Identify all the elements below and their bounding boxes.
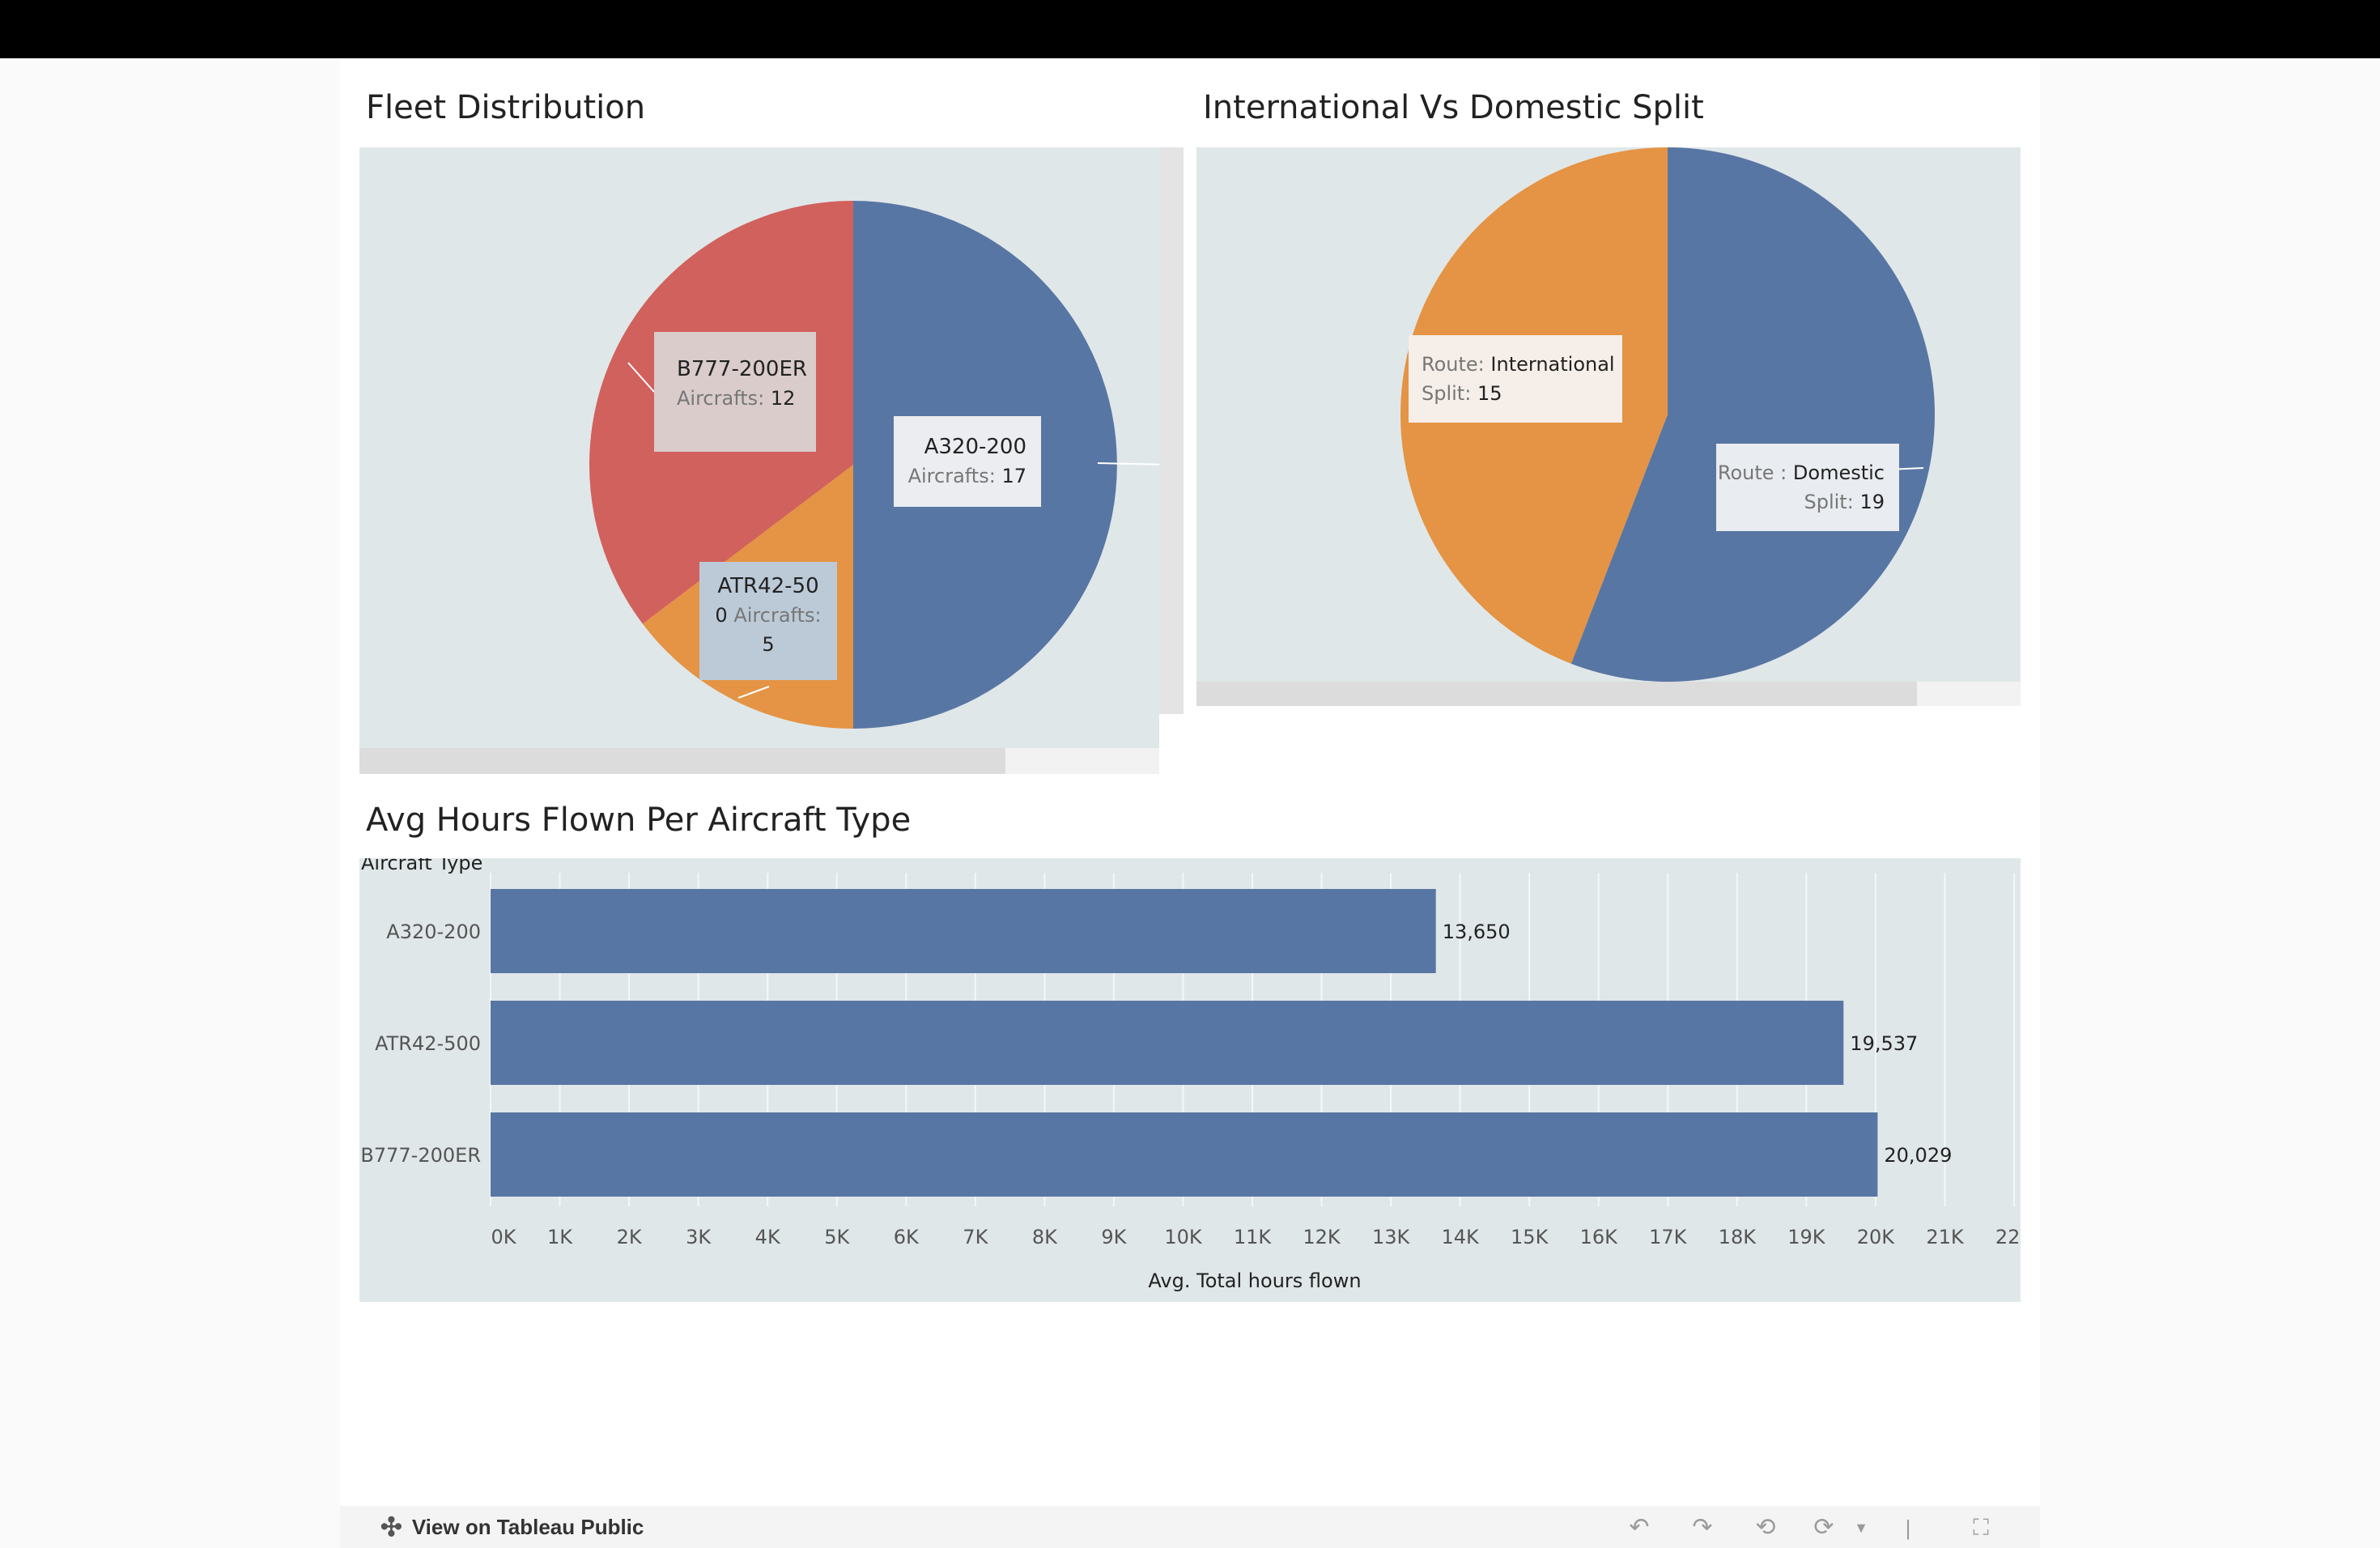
tooltip-a320: A320-200 Aircrafts: 17 (894, 416, 1041, 507)
fleet-distribution-title: Fleet Distribution (366, 89, 646, 126)
x-tick-label: 2K (617, 1226, 643, 1248)
undo-icon[interactable]: ↶ (1626, 1514, 1653, 1542)
bar-a320-200[interactable] (491, 889, 1436, 973)
x-tick-label: 0K (491, 1226, 516, 1248)
bar-b777-200er[interactable] (491, 1112, 1878, 1197)
x-tick-label: 22K (1995, 1226, 2021, 1248)
tooltip-intl-route-key: Route: (1422, 353, 1485, 376)
refresh-icon[interactable]: ⟳ (1810, 1514, 1838, 1542)
x-tick-label: 3K (686, 1226, 712, 1248)
category-label: A320-200 (386, 921, 481, 943)
tooltip-atr-prefix: 0 (715, 604, 728, 627)
x-tick-label: 16K (1580, 1226, 1619, 1248)
y-axis-label: Aircraft Type (361, 858, 482, 874)
revert-icon[interactable]: ⟲ (1752, 1514, 1779, 1542)
split-horizontal-scrollbar[interactable] (1196, 682, 1917, 706)
x-tick-label: 9K (1101, 1226, 1127, 1248)
x-tick-label: 14K (1441, 1226, 1480, 1248)
x-tick-label: 11K (1234, 1226, 1273, 1248)
tooltip-b777-name: B777-200ER (677, 357, 807, 381)
tooltip-a320-key: Aircrafts: (907, 465, 996, 487)
tooltip-domestic: Route : Domestic Split: 19 (1716, 444, 1899, 531)
x-tick-label: 8K (1032, 1226, 1058, 1248)
x-tick-label: 13K (1372, 1226, 1411, 1248)
category-label: ATR42-500 (375, 1032, 481, 1055)
x-tick-label: 19K (1787, 1226, 1826, 1248)
fleet-vertical-scrollbar[interactable] (1159, 147, 1184, 714)
x-tick-label: 12K (1303, 1226, 1341, 1248)
redo-icon[interactable]: ↷ (1689, 1514, 1716, 1542)
x-tick-label: 18K (1719, 1226, 1757, 1248)
tooltip-dom-split-key: Split: (1804, 491, 1854, 513)
hours-title: Avg Hours Flown Per Aircraft Type (366, 802, 912, 839)
tooltip-dom-route: Domestic (1792, 461, 1885, 484)
hours-bar-chart: 0K 1K 2K 3K 4K 5K 6K 7K 8K 9K 10K 11K 12K 13K 14K 15K 16… (360, 852, 2034, 1292)
fleet-horizontal-scrollbar[interactable] (359, 748, 1005, 774)
tooltip-atr-name: ATR42-50 (717, 574, 819, 598)
x-tick-label: 1K (547, 1226, 573, 1248)
view-on-tableau-link[interactable]: ✣ View on Tableau Public (380, 1506, 644, 1548)
x-tick-label: 20K (1857, 1226, 1896, 1248)
bar-atr42-500[interactable] (491, 1001, 1844, 1085)
tooltip-b777: B777-200ER Aircrafts: 12 (654, 332, 816, 452)
tooltip-atr-value: 5 (762, 633, 775, 656)
tooltip-intl-route: International (1490, 353, 1615, 376)
x-tick-label: 6K (894, 1226, 920, 1248)
fullscreen-icon[interactable]: ⛶ (1967, 1514, 1995, 1542)
tooltip-b777-value: 12 (770, 387, 796, 410)
tooltip-a320-name: A320-200 (924, 435, 1026, 459)
tableau-logo-icon: ✣ (380, 1512, 402, 1542)
x-tick-label: 5K (824, 1226, 850, 1248)
tooltip-intl-split: 15 (1477, 382, 1502, 405)
tooltip-atr: ATR42-50 0 Aircrafts: 5 (699, 562, 837, 680)
bar-value-label: 20,029 (1884, 1144, 1952, 1167)
toolbar-divider: | (1905, 1516, 1911, 1540)
x-tick-label: 10K (1164, 1226, 1203, 1248)
top-black-bar (0, 0, 2380, 58)
x-tick-label: 21K (1926, 1226, 1965, 1248)
tooltip-dom-split: 19 (1859, 491, 1885, 513)
hours-panel: 0K 1K 2K 3K 4K 5K 6K 7K 8K 9K 10K 11K 12K 13K 14K 15K 16… (359, 852, 2034, 1302)
tableau-footer: ✣ View on Tableau Public ↶ ↷ ⟲ ⟳ ▼ | ⛶ (340, 1506, 2040, 1548)
x-tick-label: 7K (963, 1226, 988, 1248)
tooltip-b777-key: Aircrafts: (677, 387, 765, 410)
bar-value-label: 19,537 (1850, 1032, 1918, 1055)
tooltip-a320-value: 17 (1001, 465, 1026, 487)
tooltip-atr-key: Aircrafts: (733, 604, 822, 627)
view-on-tableau-label: View on Tableau Public (411, 1515, 644, 1539)
category-label: B777-200ER (360, 1144, 481, 1167)
x-tick-label: 15K (1511, 1226, 1549, 1248)
bar-value-label: 13,650 (1443, 921, 1511, 943)
tooltip-international: Route: International Split: 15 (1409, 335, 1622, 423)
tooltip-dom-route-key: Route : (1717, 461, 1787, 484)
split-title: International Vs Domestic Split (1203, 89, 1704, 126)
x-tick-label: 4K (755, 1226, 781, 1248)
tooltip-intl-split-key: Split: (1422, 382, 1472, 405)
x-axis-label: Avg. Total hours flown (1148, 1269, 1361, 1292)
x-tick-label: 17K (1649, 1226, 1688, 1248)
chevron-down-icon[interactable]: ▼ (1847, 1514, 1875, 1542)
